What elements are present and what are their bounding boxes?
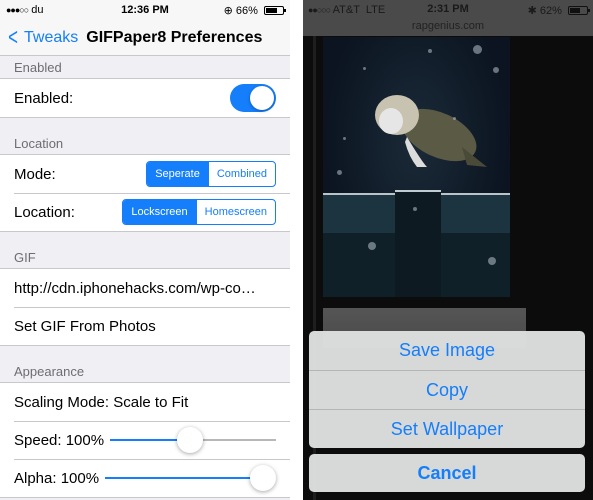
mode-cell: Mode: Seperate Combined xyxy=(0,155,290,193)
slider-thumb[interactable] xyxy=(250,465,277,491)
browser-status-bar: ●●○○○ AT&T LTE ✱ 62% 2:31 PM rapgenius.c… xyxy=(303,0,593,36)
set-wallpaper-button[interactable]: Set Wallpaper xyxy=(309,409,585,448)
gif-url-cell[interactable]: http://cdn.iphonehacks.com/wp-co… xyxy=(0,269,290,307)
scaling-mode-cell[interactable]: Scaling Mode: Scale to Fit xyxy=(0,383,290,421)
owl-illustration xyxy=(375,95,487,167)
page-title: GIFPaper8 Preferences xyxy=(86,28,263,46)
signal-strength-icon: ●●●○○ xyxy=(6,5,29,15)
location-segment-homescreen[interactable]: Homescreen xyxy=(195,200,275,224)
cancel-button[interactable]: Cancel xyxy=(309,454,585,492)
toggle-knob xyxy=(250,86,274,110)
mode-segmented-control: Seperate Combined xyxy=(146,161,276,187)
speed-slider[interactable] xyxy=(110,426,276,454)
mode-segment-seperate[interactable]: Seperate xyxy=(147,162,208,186)
enabled-toggle[interactable] xyxy=(230,84,276,112)
enabled-cell: Enabled: xyxy=(0,79,290,117)
section-header-gif: GIF xyxy=(14,250,36,265)
alpha-cell: Alpha: 100% xyxy=(0,459,290,497)
carrier-info: ●●●○○ du xyxy=(6,4,44,16)
status-time: 2:31 PM xyxy=(427,3,469,15)
location-group: Mode: Seperate Combined Location: Locksc… xyxy=(0,154,290,232)
set-gif-from-photos-label: Set GIF From Photos xyxy=(14,317,156,335)
navigation-bar: < Tweaks GIFPaper8 Preferences xyxy=(0,20,290,56)
save-image-button[interactable]: Save Image xyxy=(309,331,585,370)
appearance-group: Scaling Mode: Scale to Fit Speed: 100% A… xyxy=(0,382,290,498)
url-bar[interactable]: rapgenius.com xyxy=(303,20,593,32)
back-label: Tweaks xyxy=(24,28,79,46)
gif-url: http://cdn.iphonehacks.com/wp-co… xyxy=(14,279,256,297)
slider-thumb[interactable] xyxy=(177,427,204,453)
mode-label: Mode: xyxy=(14,165,56,183)
alpha-slider[interactable] xyxy=(105,464,277,492)
battery-fill xyxy=(266,8,277,14)
mode-segment-combined[interactable]: Combined xyxy=(207,162,275,186)
battery-info: ⊕ 66% xyxy=(223,4,286,17)
speed-cell: Speed: 100% xyxy=(0,421,290,459)
carrier-name: du xyxy=(31,4,44,16)
location-cell: Location: Lockscreen Homescreen xyxy=(0,193,290,231)
section-header-appearance: Appearance xyxy=(14,364,85,379)
location-segmented-control: Lockscreen Homescreen xyxy=(122,199,276,225)
scaling-mode-label: Scaling Mode: Scale to Fit xyxy=(14,393,189,411)
battery-icon xyxy=(264,6,286,16)
action-sheet: Save Image Copy Set Wallpaper xyxy=(309,331,585,448)
section-header-location: Location xyxy=(14,136,64,151)
back-button[interactable]: < Tweaks xyxy=(6,23,79,51)
section-header-enabled: Enabled xyxy=(14,60,62,75)
copy-button[interactable]: Copy xyxy=(309,370,585,409)
rotation-lock-icon: ⊕ xyxy=(223,4,233,17)
speed-label: Speed: 100% xyxy=(14,431,105,449)
location-segment-lockscreen[interactable]: Lockscreen xyxy=(123,200,196,224)
owl-image[interactable] xyxy=(323,37,510,297)
alpha-label: Alpha: 100% xyxy=(14,469,100,487)
slider-fill xyxy=(105,477,264,479)
battery-percent: 66% xyxy=(235,4,258,17)
location-label: Location: xyxy=(14,203,75,221)
enabled-group: Enabled: xyxy=(0,78,290,118)
gif-group: http://cdn.iphonehacks.com/wp-co… Set GI… xyxy=(0,268,290,346)
gifpaper-preferences-screen: ●●●○○ du 12:36 PM ⊕ 66% < Tweaks GIFPape… xyxy=(0,0,290,500)
enabled-label: Enabled: xyxy=(14,89,74,107)
status-bar: ●●●○○ du 12:36 PM ⊕ 66% xyxy=(0,0,290,20)
chevron-left-icon: < xyxy=(8,23,18,51)
set-gif-from-photos-cell[interactable]: Set GIF From Photos xyxy=(0,307,290,345)
safari-action-sheet-screen: ●●○○○ AT&T LTE ✱ 62% 2:31 PM rapgenius.c… xyxy=(303,0,593,500)
